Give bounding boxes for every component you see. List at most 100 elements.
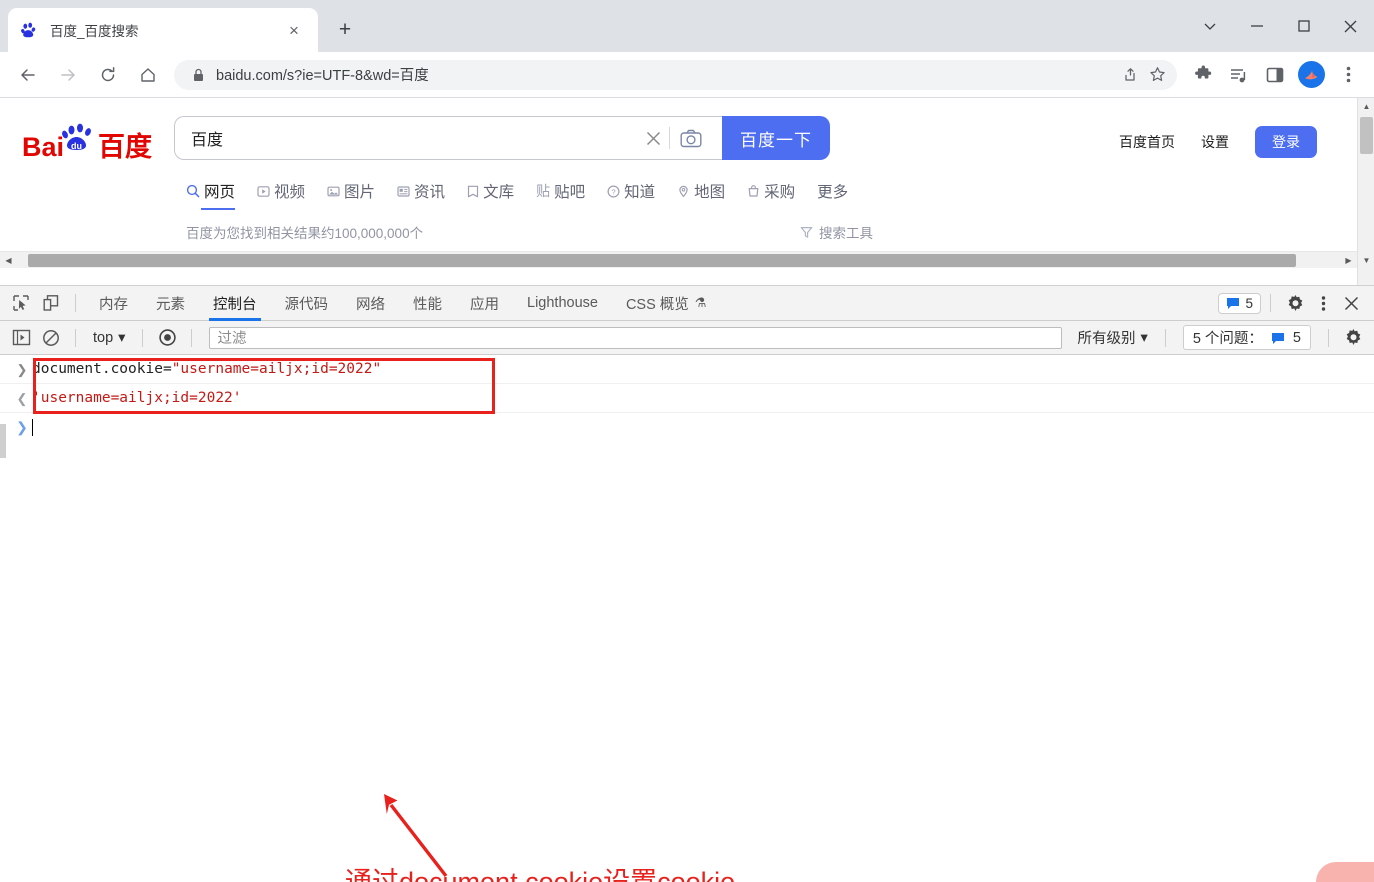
forward-button[interactable] [52, 59, 84, 91]
tab-strip: 百度_百度搜索 × + [0, 0, 1374, 52]
console-input-code: document.cookie="username=ailjx;id=2022" [32, 355, 381, 384]
devtools-tab-sources[interactable]: 源代码 [271, 286, 343, 321]
devtools-tab-memory[interactable]: 内存 [85, 286, 142, 321]
share-icon[interactable] [1115, 61, 1143, 89]
baidu-tab-webpage[interactable]: 网页 [186, 180, 236, 211]
devtools-tab-console[interactable]: 控制台 [199, 286, 271, 321]
close-window-button[interactable] [1327, 0, 1374, 52]
experiment-flask-icon: ⚗ [694, 295, 707, 310]
baidu-tab-zhidao[interactable]: ? 知道 [607, 180, 655, 211]
window-controls [1186, 0, 1374, 52]
tab-search-icon[interactable] [1186, 0, 1233, 52]
side-panel-icon[interactable] [1260, 59, 1290, 91]
device-toolbar-icon[interactable] [36, 289, 66, 317]
baidu-tab-news[interactable]: 资讯 [397, 180, 445, 211]
baidu-logo[interactable]: Bai du 百度 [22, 122, 164, 168]
issues-badge[interactable]: 5 [1218, 292, 1261, 314]
devtools-tab-lighthouse[interactable]: Lighthouse [513, 286, 612, 321]
extensions-puzzle-icon[interactable] [1188, 59, 1218, 91]
text-caret [32, 419, 33, 436]
decorative-blob [1316, 862, 1374, 882]
gear-icon[interactable] [1280, 289, 1310, 317]
lock-icon [188, 68, 208, 82]
search-icon [186, 184, 200, 198]
devtools-tab-application[interactable]: 应用 [456, 286, 513, 321]
log-level-selector[interactable]: 所有级别 ▾ [1070, 327, 1156, 348]
address-bar[interactable]: baidu.com/s?ie=UTF-8&wd=百度 [174, 59, 1177, 90]
live-expression-icon[interactable] [152, 325, 182, 351]
baidu-tab-label: 贴吧 [554, 184, 586, 201]
tab-title: 百度_百度搜索 [50, 24, 139, 39]
baidu-home-link[interactable]: 百度首页 [1119, 132, 1175, 152]
console-body[interactable]: ❯ document.cookie="username=ailjx;id=202… [0, 355, 1374, 882]
minimize-button[interactable] [1233, 0, 1280, 52]
doc-icon [467, 185, 479, 197]
kebab-menu-icon[interactable] [1310, 289, 1336, 317]
devtools-tabbar: 内存 元素 控制台 源代码 网络 性能 应用 Lighthouse CSS 概览… [0, 286, 1374, 321]
console-filter-input[interactable]: 过滤 [209, 326, 1062, 349]
message-icon [1227, 298, 1240, 309]
reload-button[interactable] [92, 59, 124, 91]
camera-icon[interactable] [670, 129, 712, 148]
baidu-page: Bai du 百度 百度 百度一下 百度首页 设置 登录 网页 视频 图片 资讯… [0, 98, 1357, 268]
svg-text:du: du [71, 141, 82, 151]
close-devtools-icon[interactable] [1336, 289, 1366, 317]
chrome-menu-icon[interactable] [1333, 59, 1363, 91]
maximize-button[interactable] [1280, 0, 1327, 52]
vscroll-down-arrow[interactable]: ▼ [1358, 252, 1374, 269]
baidu-vertical-tabs: 网页 视频 图片 资讯 文库 贴 贴吧 ? 知道 地图 采购 更多 [186, 180, 848, 211]
baidu-tab-more[interactable]: 更多 [817, 180, 848, 211]
page-horizontal-scrollbar[interactable]: ◀ ▶ [0, 251, 1357, 268]
search-query-text: 百度 [191, 132, 224, 149]
baidu-result-count: 百度为您找到相关结果约100,000,000个 [186, 226, 424, 241]
toolbar-separator [1270, 294, 1271, 312]
baidu-header-links: 百度首页 设置 登录 [1119, 126, 1317, 158]
image-icon [327, 186, 340, 196]
baidu-tab-image[interactable]: 图片 [327, 180, 375, 211]
star-icon[interactable] [1143, 61, 1171, 89]
tieba-icon: 贴 [536, 183, 551, 199]
chevron-down-icon: ▾ [1140, 329, 1148, 346]
console-output-row: ❮ 'username=ailjx;id=2022' [0, 384, 1374, 413]
baidu-search-input[interactable]: 百度 [174, 116, 722, 160]
devtools-tab-performance[interactable]: 性能 [399, 286, 456, 321]
console-prompt-row[interactable]: ❯ [0, 413, 1374, 442]
console-settings-icon[interactable] [1338, 325, 1368, 351]
hscroll-left-arrow[interactable]: ◀ [0, 252, 17, 269]
devtools-tab-network[interactable]: 网络 [342, 286, 399, 321]
clear-console-icon[interactable] [36, 325, 66, 351]
filter-placeholder-text: 过滤 [217, 331, 247, 347]
baidu-tab-map[interactable]: 地图 [677, 180, 725, 211]
console-issues-button[interactable]: 5 个问题： 5 [1182, 325, 1311, 350]
baidu-search-button[interactable]: 百度一下 [722, 116, 830, 160]
tab-close-icon[interactable]: × [282, 18, 306, 42]
baidu-tab-tieba[interactable]: 贴 贴吧 [536, 180, 585, 211]
execute-sidebar-icon[interactable] [6, 325, 36, 351]
baidu-tab-wenku[interactable]: 文库 [467, 180, 514, 211]
clear-search-icon[interactable] [637, 130, 669, 147]
baidu-tab-caigou[interactable]: 采购 [747, 180, 795, 211]
vscroll-up-arrow[interactable]: ▲ [1358, 98, 1374, 115]
new-tab-button[interactable]: + [330, 15, 360, 45]
baidu-tab-video[interactable]: 视频 [257, 180, 305, 211]
baidu-search-tools[interactable]: 搜索工具 [800, 222, 873, 242]
toolbar-separator [75, 294, 76, 312]
baidu-login-button[interactable]: 登录 [1255, 126, 1317, 158]
inspect-element-icon[interactable] [6, 289, 36, 317]
baidu-tab-label: 地图 [694, 184, 726, 201]
devtools-tab-elements[interactable]: 元素 [142, 286, 199, 321]
hscroll-right-arrow[interactable]: ▶ [1340, 252, 1357, 269]
home-button[interactable] [132, 59, 164, 91]
browser-tab[interactable]: 百度_百度搜索 × [8, 8, 318, 52]
back-button[interactable] [12, 59, 44, 91]
hscroll-thumb[interactable] [28, 254, 1296, 267]
page-vertical-scrollbar[interactable]: ▲ ▼ [1357, 98, 1374, 285]
toolbar-separator [1164, 328, 1166, 347]
devtools-tab-css-overview[interactable]: CSS 概览 ⚗ [612, 286, 721, 321]
baidu-settings-link[interactable]: 设置 [1201, 132, 1229, 152]
reading-list-icon[interactable] [1224, 59, 1254, 91]
profile-avatar[interactable] [1298, 61, 1325, 88]
execution-context-selector[interactable]: top ▾ [85, 330, 133, 346]
vscroll-thumb[interactable] [1360, 117, 1373, 154]
issues-label: 5 个问题： [1192, 331, 1263, 347]
